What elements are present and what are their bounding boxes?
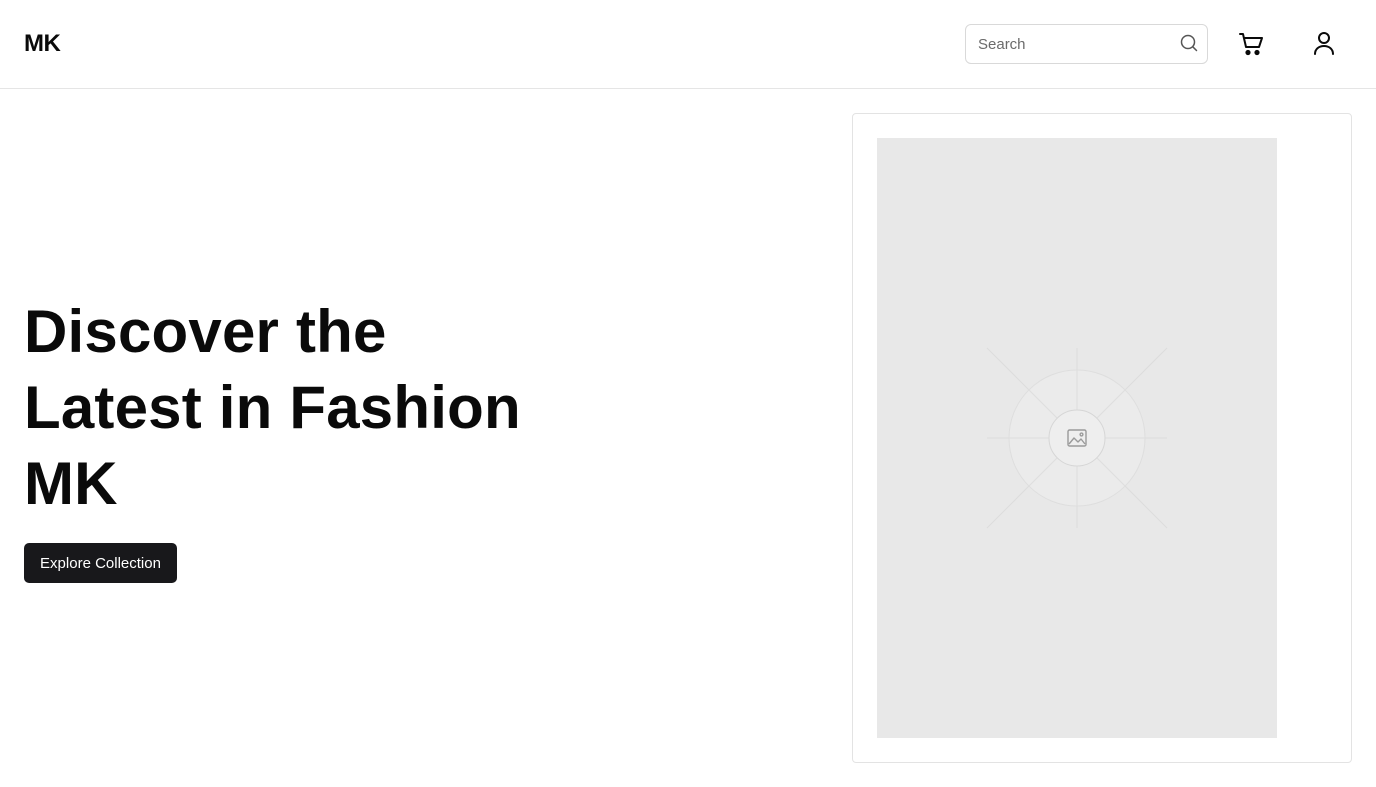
hero-title-line: Latest in Fashion	[24, 374, 521, 441]
image-placeholder	[877, 138, 1277, 738]
search-icon[interactable]	[1179, 33, 1199, 53]
site-logo[interactable]: MK	[24, 30, 61, 58]
cart-icon[interactable]	[1238, 30, 1266, 58]
hero-title: Discover the Latest in Fashion MK	[24, 294, 624, 522]
search-input[interactable]	[966, 25, 1207, 63]
search-box	[965, 24, 1208, 64]
site-header: MK	[0, 0, 1376, 89]
hero-title-line: MK	[24, 450, 118, 517]
explore-collection-button[interactable]: Explore Collection	[24, 543, 177, 583]
image-placeholder-icon	[986, 347, 1168, 529]
product-image-card	[852, 113, 1352, 763]
user-icon[interactable]	[1311, 30, 1337, 58]
hero-title-line: Discover the	[24, 298, 387, 365]
